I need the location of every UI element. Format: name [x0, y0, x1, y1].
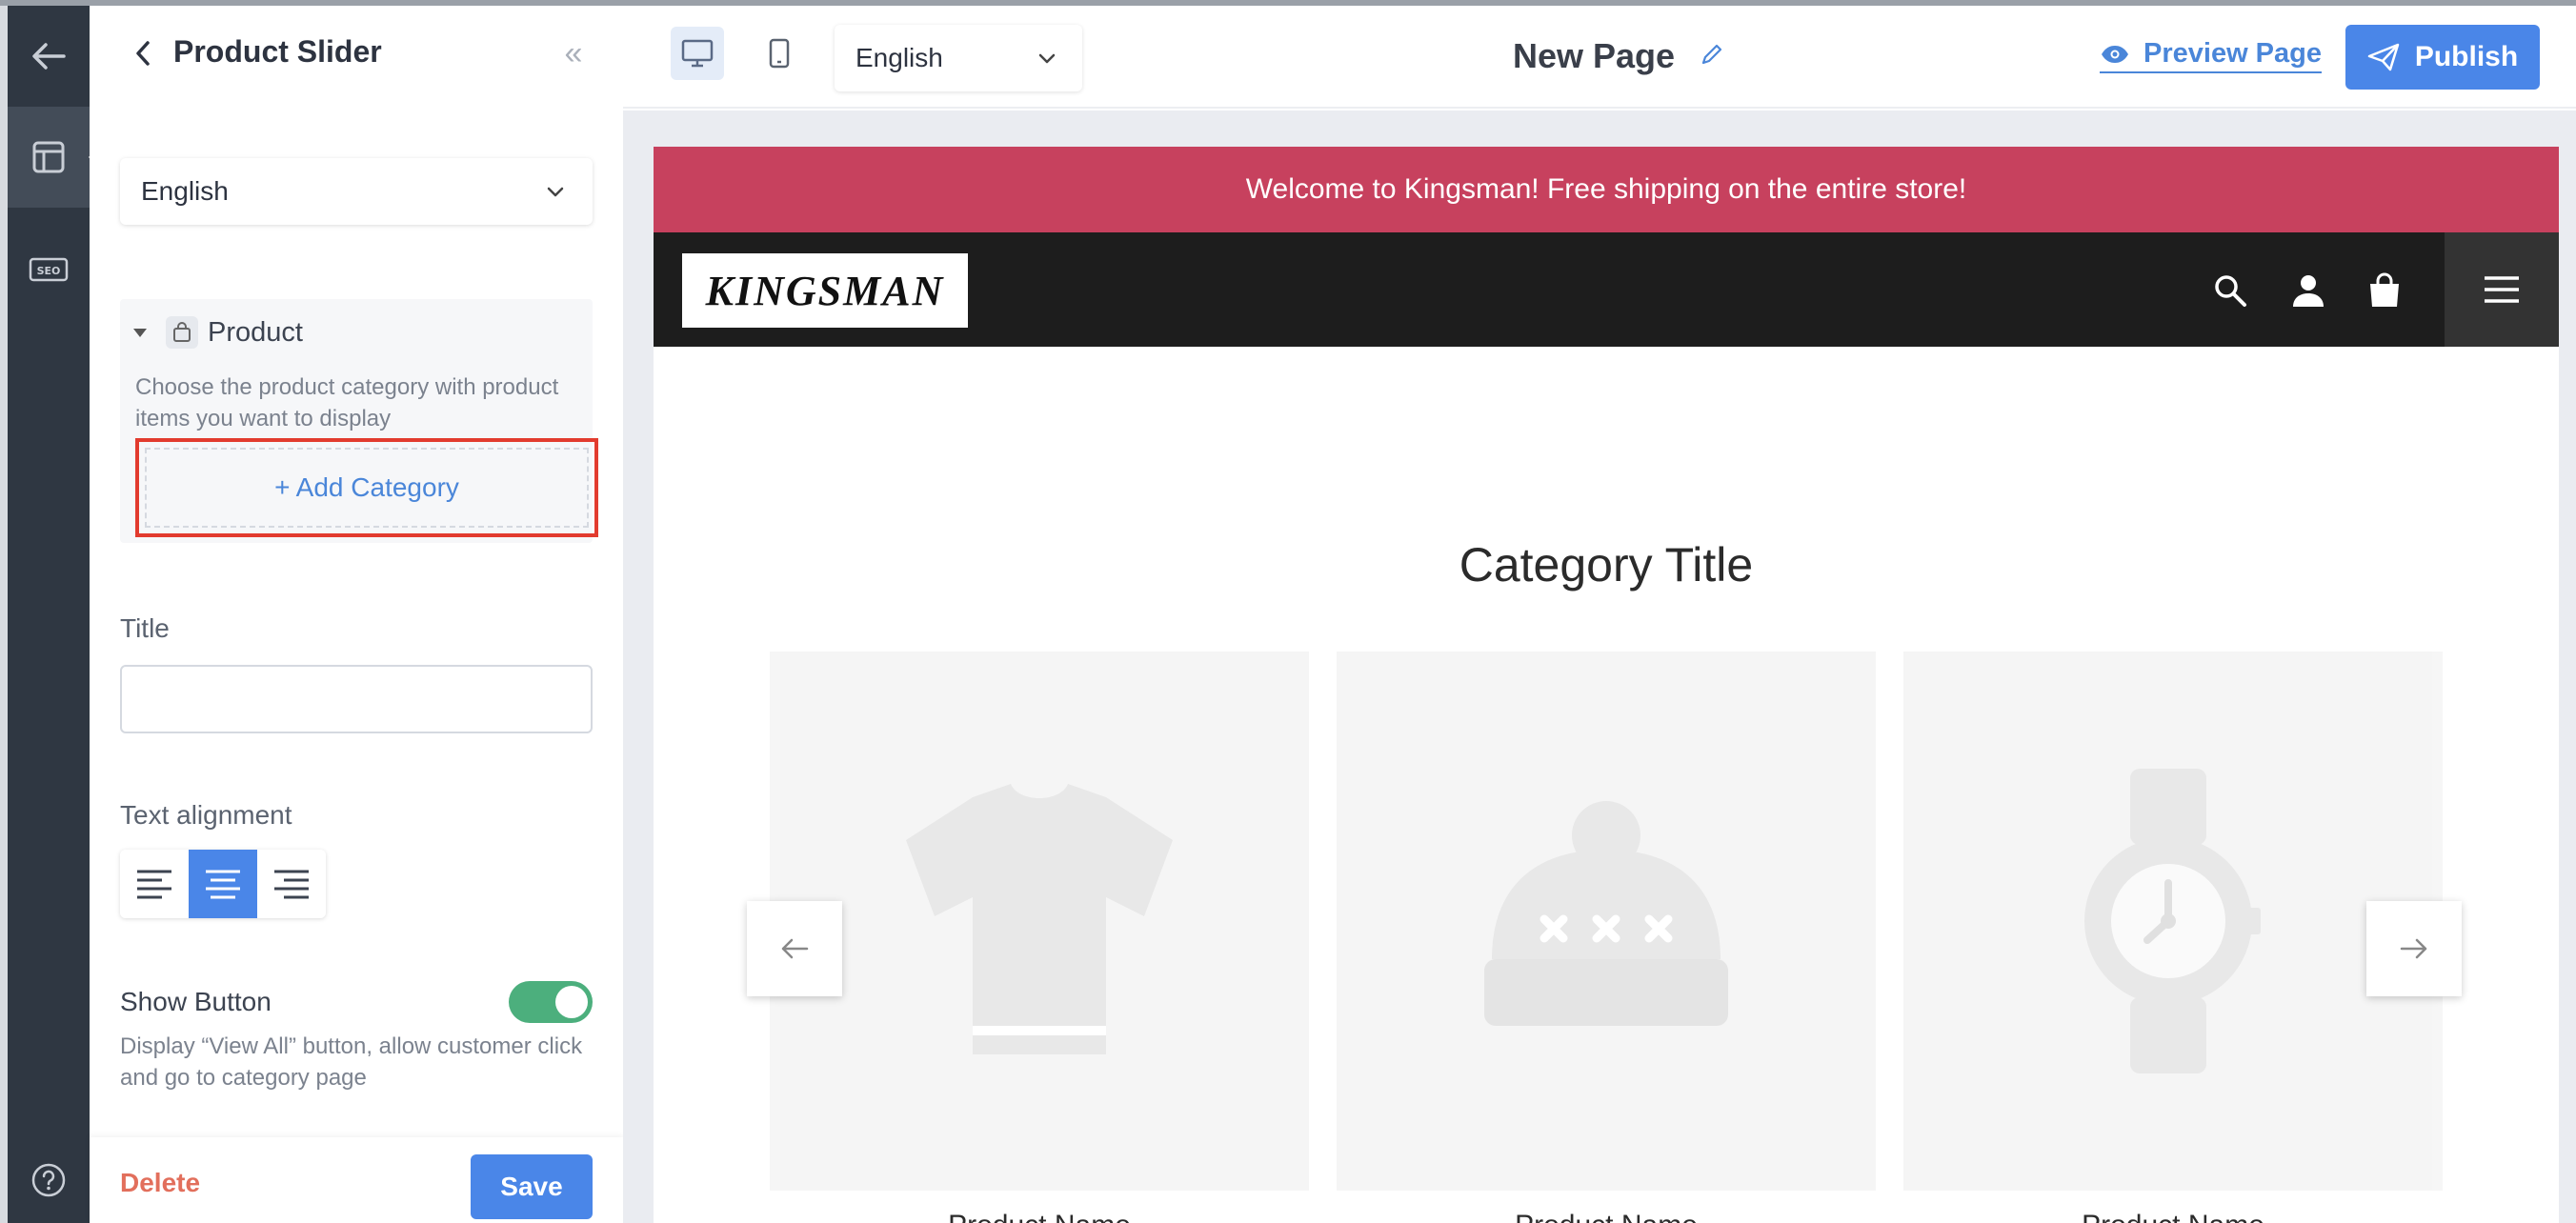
topbar-language-select[interactable]: English — [835, 25, 1082, 91]
site-logo: KINGSMAN — [682, 253, 968, 328]
show-button-description: Display “View All” button, allow custome… — [120, 1033, 583, 1091]
panel-language-select[interactable]: English — [120, 158, 593, 225]
pencil-icon — [1701, 44, 1722, 65]
slider-next-button[interactable] — [2366, 901, 2462, 996]
show-button-label: Show Button — [120, 987, 272, 1016]
page-name: New Page — [1513, 36, 1676, 75]
eye-icon — [2102, 45, 2128, 63]
preview-canvas: Welcome to Kingsman! Free shipping on th… — [623, 110, 2576, 1223]
align-right-icon — [274, 870, 309, 899]
product-section-description: Choose the product category with product… — [135, 374, 559, 431]
product-name: Product Name — [1337, 1210, 1876, 1223]
seo-tab-button[interactable]: SEO — [8, 219, 90, 320]
layout-icon — [32, 141, 65, 173]
panel-language-value: English — [141, 176, 229, 206]
watch-icon — [2084, 769, 2261, 1073]
mobile-view-button[interactable] — [753, 27, 806, 80]
help-button[interactable] — [8, 1130, 90, 1223]
chevron-down-icon — [547, 187, 564, 197]
send-icon — [2367, 43, 2400, 71]
chevron-left-icon — [136, 41, 150, 66]
product-card — [1903, 652, 2443, 1191]
save-button[interactable]: Save — [471, 1154, 593, 1219]
panel-footer: Delete Save — [90, 1137, 623, 1223]
double-chevron-left-icon: « — [564, 35, 583, 71]
arrow-right-icon — [2400, 938, 2427, 959]
bag-icon — [166, 316, 198, 349]
delete-button[interactable]: Delete — [120, 1168, 200, 1198]
site-cart-icon — [2363, 269, 2406, 312]
edit-page-name-button[interactable] — [1700, 42, 1724, 71]
panel-header: Product Slider « — [90, 6, 623, 101]
beanie-icon — [1484, 801, 1728, 1026]
show-button-toggle[interactable] — [509, 981, 593, 1023]
settings-panel: Product Slider « English Product Choose … — [90, 6, 623, 1223]
text-alignment-label: Text alignment — [120, 800, 292, 830]
product-section-toggle[interactable]: Product — [133, 316, 303, 349]
site-search-icon — [2208, 269, 2252, 312]
align-left-icon — [137, 870, 171, 899]
toggle-knob — [555, 986, 588, 1018]
announcement-bar: Welcome to Kingsman! Free shipping on th… — [654, 147, 2559, 232]
collapse-panel-button[interactable]: « — [554, 34, 593, 72]
site-preview[interactable]: Welcome to Kingsman! Free shipping on th… — [654, 147, 2559, 1223]
text-alignment-group — [120, 850, 326, 918]
title-input[interactable] — [120, 665, 593, 733]
svg-text:SEO: SEO — [37, 265, 61, 277]
exit-editor-button[interactable] — [8, 6, 90, 107]
align-left-button[interactable] — [120, 850, 189, 918]
chevron-down-icon — [1038, 53, 1056, 64]
help-icon — [31, 1163, 66, 1197]
product-card — [770, 652, 1309, 1191]
publish-label: Publish — [2414, 41, 2519, 72]
preview-page-link[interactable]: Preview Page — [2100, 38, 2322, 73]
align-center-icon — [206, 870, 240, 899]
arrow-left-icon — [781, 938, 809, 959]
editor-topbar: English New Page Preview Page Publish — [623, 6, 2576, 109]
site-menu-icon — [2445, 232, 2559, 347]
page-builder-app: SEO Product Slider « English Product Cho… — [0, 0, 2576, 1223]
product-card — [1337, 652, 1876, 1191]
caret-down-icon — [133, 328, 147, 337]
align-center-button[interactable] — [189, 850, 257, 918]
add-category-button[interactable]: + Add Category — [145, 448, 589, 528]
mobile-icon — [769, 38, 790, 69]
panel-title: Product Slider — [173, 34, 382, 69]
desktop-icon — [681, 39, 714, 68]
layout-tab-button[interactable] — [8, 107, 105, 208]
product-name: Product Name — [1903, 1210, 2443, 1223]
title-label: Title — [120, 613, 170, 643]
product-section-label: Product — [208, 316, 303, 348]
product-name: Product Name — [770, 1210, 1309, 1223]
preview-page-label: Preview Page — [2143, 38, 2322, 69]
product-section: Product Choose the product category with… — [120, 299, 598, 543]
site-header: KINGSMAN — [654, 232, 2559, 347]
site-account-icon — [2286, 269, 2330, 312]
desktop-view-button[interactable] — [671, 27, 724, 80]
tshirt-icon — [906, 784, 1173, 1054]
add-category-highlight: + Add Category — [135, 438, 598, 537]
seo-icon: SEO — [29, 257, 69, 282]
publish-button[interactable]: Publish — [2345, 25, 2540, 90]
align-right-button[interactable] — [257, 850, 326, 918]
arrow-left-icon — [32, 43, 66, 70]
topbar-language-value: English — [855, 43, 943, 72]
slider-prev-button[interactable] — [747, 901, 842, 996]
left-rail: SEO — [0, 6, 105, 1223]
category-title: Category Title — [1459, 538, 1754, 591]
panel-back-button[interactable] — [124, 34, 162, 72]
